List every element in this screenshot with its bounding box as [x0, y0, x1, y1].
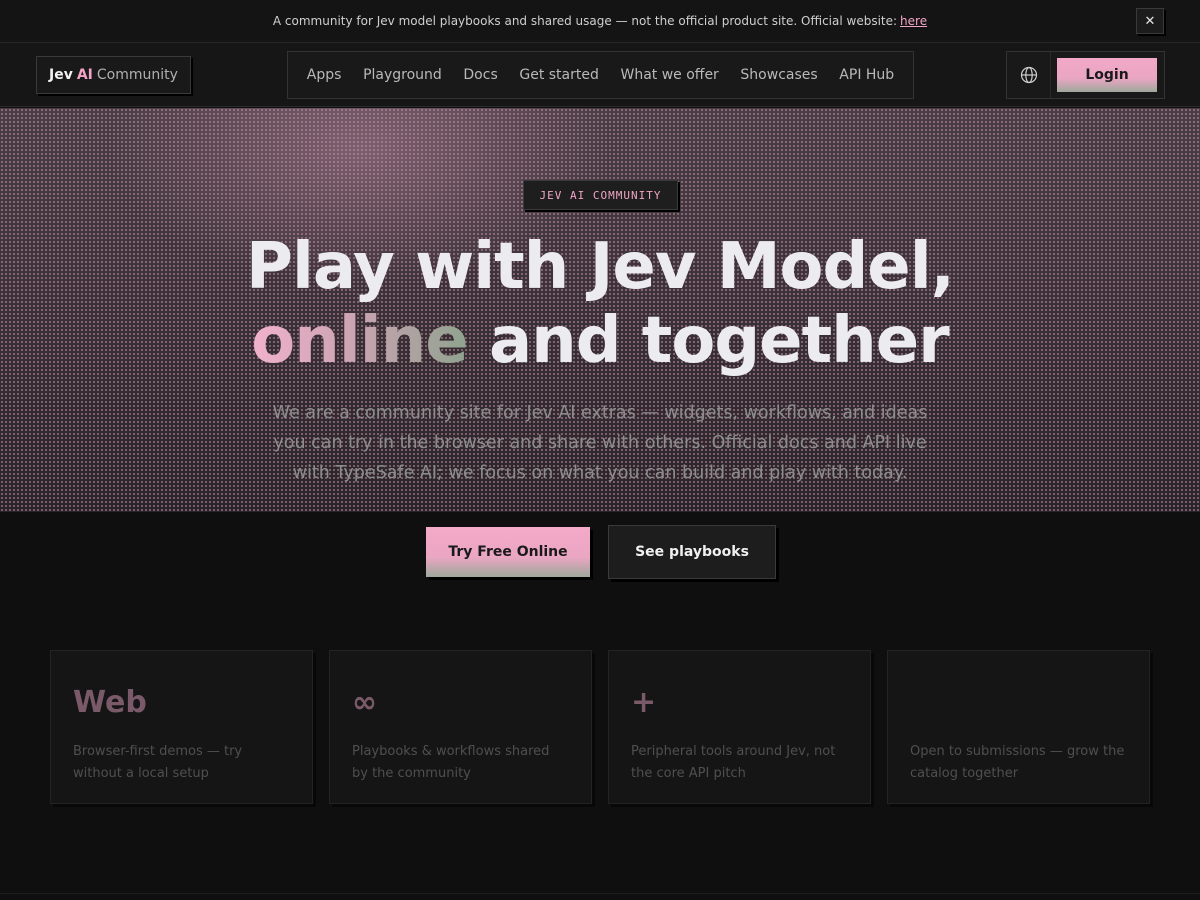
announcement-bar: A community for Jev model playbooks and …	[0, 0, 1200, 43]
logo-community: Community	[96, 67, 178, 83]
hero-badge: JEV AI COMMUNITY	[523, 180, 678, 210]
announcement-text: A community for Jev model playbooks and …	[272, 14, 898, 28]
feature-title: Web	[73, 685, 147, 720]
feature-card-infinity: ∞ Playbooks & workflows shared by the co…	[329, 650, 592, 804]
hero-headline: Play with Jev Model, online and together	[0, 230, 1200, 378]
login-button[interactable]: Login	[1057, 58, 1157, 92]
headline-accent-word: online	[251, 304, 468, 378]
header-actions: Login	[1006, 51, 1165, 99]
nav-item-playground[interactable]: Playground	[363, 67, 442, 83]
hero-section: JEV AI COMMUNITY Play with Jev Model, on…	[0, 108, 1200, 512]
feature-description: Playbooks & workflows shared by the comm…	[352, 744, 550, 781]
nav-item-get-started[interactable]: Get started	[519, 67, 599, 83]
close-announcement-button[interactable]: ✕	[1136, 8, 1164, 34]
close-icon: ✕	[1144, 13, 1156, 29]
headline-line-2: online and together	[0, 304, 1200, 378]
feature-description: Open to submissions — grow the catalog t…	[910, 744, 1125, 781]
feature-card-web: Web Browser-first demos — try without a …	[50, 650, 313, 804]
headline-rest: and together	[467, 304, 950, 378]
nav-item-what-we-offer[interactable]: What we offer	[620, 67, 718, 83]
official-website-link[interactable]: here	[900, 14, 927, 28]
logo-ai: AI	[76, 67, 93, 83]
logo-jev: Jev	[49, 67, 73, 83]
headline-line-1: Play with Jev Model,	[246, 230, 955, 304]
divider	[0, 893, 1200, 894]
site-header: Jev AI Community Apps Playground Docs Ge…	[0, 43, 1200, 107]
feature-card-plus: + Peripheral tools around Jev, not the c…	[608, 650, 871, 804]
feature-description: Browser-first demos — try without a loca…	[73, 744, 243, 781]
feature-card-submissions: Open to submissions — grow the catalog t…	[887, 650, 1150, 804]
feature-description: Peripheral tools around Jev, not the cor…	[631, 744, 836, 781]
globe-icon	[1020, 66, 1037, 84]
nav-item-api-hub[interactable]: API Hub	[839, 67, 894, 83]
nav-item-showcases[interactable]: Showcases	[740, 67, 817, 83]
nav-item-docs[interactable]: Docs	[463, 67, 497, 83]
see-playbooks-button[interactable]: See playbooks	[608, 525, 776, 579]
plus-icon: +	[631, 685, 657, 720]
nav-item-apps[interactable]: Apps	[307, 67, 342, 83]
site-logo[interactable]: Jev AI Community	[36, 56, 191, 94]
infinity-icon: ∞	[352, 685, 377, 720]
main-nav: Apps Playground Docs Get started What we…	[287, 51, 914, 99]
try-free-online-button[interactable]: Try Free Online	[426, 527, 590, 577]
feature-title	[910, 685, 1127, 729]
language-button[interactable]	[1007, 52, 1051, 98]
hero-subtitle: We are a community site for Jev AI extra…	[272, 403, 928, 483]
